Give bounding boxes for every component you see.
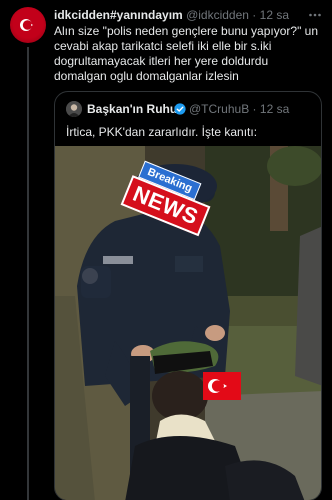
quoted-meta: @TCruhuB · 12 sa	[189, 101, 289, 117]
quoted-photo[interactable]: Breaking NEWS	[55, 146, 321, 500]
verified-badge-icon	[174, 103, 186, 115]
display-name[interactable]: idkcidden#yanındayım	[54, 8, 183, 22]
avatar[interactable]	[10, 7, 46, 43]
quoted-tweet[interactable]: Başkan'ın Ruhu @TCruhuB · 12 sa İrtica, …	[54, 91, 322, 500]
quoted-tweet-header: Başkan'ın Ruhu @TCruhuB · 12 sa	[66, 101, 313, 117]
quoted-tweet-text: İrtica, PKK'dan zararlıdır. İşte kanıtı:	[66, 125, 258, 139]
quoted-handle[interactable]: @TCruhuB	[189, 102, 249, 116]
quoted-avatar[interactable]	[66, 101, 82, 117]
turkish-flag-avatar-icon	[20, 19, 33, 31]
more-dots-icon[interactable]	[308, 9, 322, 21]
tweet-text: Alın size "polis neden gençlere bunu yap…	[54, 24, 319, 83]
handle[interactable]: @idkcidden	[186, 8, 249, 22]
tweet-header: idkcidden#yanındayım @idkcidden · 12 sa	[54, 7, 322, 23]
timestamp[interactable]: 12 sa	[260, 8, 289, 22]
portrait-avatar-icon	[66, 101, 82, 117]
quoted-display-name[interactable]: Başkan'ın Ruhu	[87, 101, 177, 117]
tweet[interactable]: idkcidden#yanındayım @idkcidden · 12 sa …	[0, 0, 332, 500]
thread-line	[27, 47, 29, 500]
quoted-separator-dot: ·	[252, 102, 257, 116]
quoted-timestamp[interactable]: 12 sa	[260, 102, 289, 116]
separator-dot: ·	[252, 8, 257, 22]
